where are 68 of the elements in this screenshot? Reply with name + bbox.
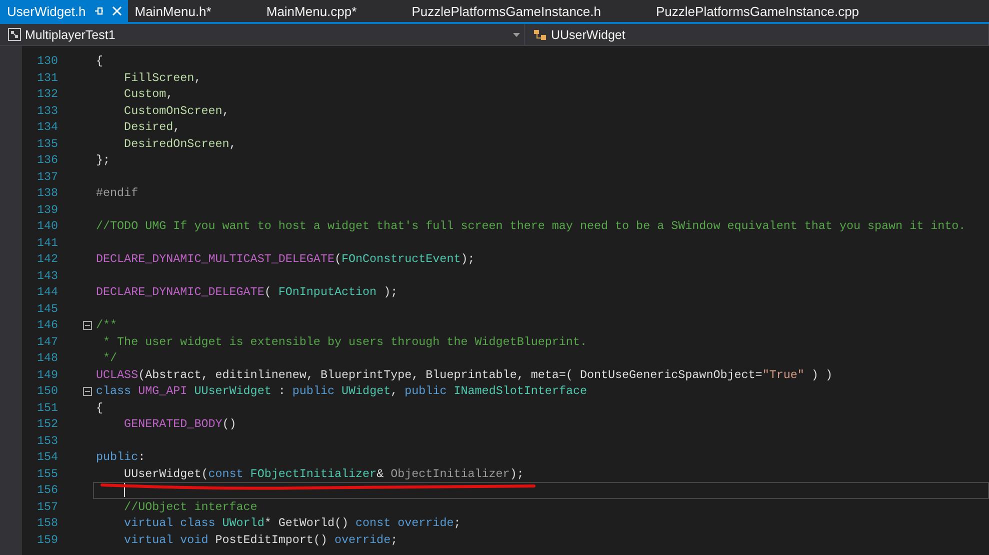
code-line: UCLASS(Abstract, editinlinenew, BlueprintType, Blueprintable, meta=( DontUseGenericSpawnObject="True" ) ) — [96, 368, 832, 382]
line-number: 157 — [36, 500, 58, 514]
project-dropdown[interactable]: MultiplayerTest1 — [0, 24, 525, 45]
line-number: 139 — [36, 202, 58, 217]
code-line: virtual void PostEditImport() override; — [123, 532, 398, 547]
file-tab[interactable]: MainMenu.cpp* — [259, 0, 397, 22]
line-number: 132 — [36, 87, 58, 102]
line-number: 152 — [36, 417, 58, 432]
line-number: 130 — [36, 54, 58, 68]
file-tab[interactable]: MainMenu.h* — [128, 0, 252, 22]
code-line: DECLARE_DYNAMIC_DELEGATE( FOnInputAction ); — [96, 285, 398, 300]
code-line: virtual class UWorld* GetWorld() const override; — [123, 516, 461, 530]
collapse-icon[interactable] — [83, 386, 92, 396]
line-number: 146 — [36, 318, 58, 332]
line-number: 140 — [36, 219, 58, 234]
line-number: 143 — [36, 268, 58, 283]
code-line: //TODO UMG If you want to host a widget that's full screen there may need to be a SWindow equivalent that you spawn it into. — [96, 219, 966, 234]
code-line: { — [96, 54, 104, 68]
line-number: 138 — [36, 186, 58, 200]
project-icon — [8, 28, 21, 41]
code-line: FillScreen, — [123, 70, 202, 85]
code-line: }; — [96, 153, 110, 168]
code-line: /** — [96, 318, 118, 332]
line-number: 153 — [36, 434, 58, 448]
line-number: 131 — [36, 70, 58, 85]
line-number: 149 — [36, 368, 58, 382]
pin-icon[interactable] — [94, 6, 104, 16]
line-number: 144 — [36, 285, 58, 300]
line-number: 142 — [36, 252, 58, 266]
line-number: 133 — [36, 104, 58, 118]
code-line: class UMG_API UUserWidget : public UWidget, public INamedSlotInterface — [96, 384, 588, 398]
text-cursor — [124, 483, 125, 498]
line-number: 154 — [36, 450, 58, 464]
collapse-icon[interactable] — [83, 320, 92, 330]
line-number: 136 — [36, 153, 58, 168]
code-line: #endif — [96, 186, 138, 200]
line-number: 159 — [36, 532, 58, 547]
class-icon — [533, 28, 547, 41]
caret-icon — [513, 32, 520, 36]
line-number: 135 — [36, 136, 58, 151]
file-tab[interactable]: PuzzlePlatformsGameInstance.cpp — [649, 0, 900, 22]
scope-dropdown[interactable]: UUserWidget — [525, 24, 989, 45]
code-line: Custom, — [123, 87, 174, 102]
code-line: * The user widget is extensible by users through the WidgetBlueprint. — [102, 334, 587, 349]
code-line: CustomOnScreen, — [123, 104, 230, 118]
line-number: 158 — [36, 516, 58, 530]
line-number: 155 — [36, 466, 58, 481]
line-number: 150 — [36, 384, 58, 398]
code-line: DesiredOnScreen, — [123, 136, 236, 151]
file-tab[interactable]: PuzzlePlatformsGameInstance.h — [404, 0, 641, 22]
close-icon[interactable] — [112, 6, 122, 16]
line-number: 145 — [36, 302, 58, 316]
line-number: 137 — [36, 170, 58, 184]
code-line: */ — [102, 351, 118, 366]
line-number: 151 — [36, 400, 58, 415]
code-line: public: — [96, 450, 146, 464]
line-number: 156 — [36, 483, 58, 498]
code-line: { — [96, 400, 104, 415]
line-number: 148 — [36, 351, 58, 366]
line-number: 147 — [36, 334, 58, 349]
code-line: DECLARE_DYNAMIC_MULTICAST_DELEGATE(FOnConstructEvent); — [96, 252, 475, 266]
file-tab[interactable]: UserWidget.h — [0, 0, 128, 22]
line-number: 141 — [36, 236, 58, 250]
code-line: Desired, — [123, 120, 180, 134]
code-line: //UObject interface — [123, 500, 258, 514]
code-line: GENERATED_BODY() — [123, 417, 236, 432]
line-number: 134 — [36, 120, 58, 134]
code-line: UUserWidget(const FObjectInitializer& ObjectInitializer); — [123, 466, 524, 481]
